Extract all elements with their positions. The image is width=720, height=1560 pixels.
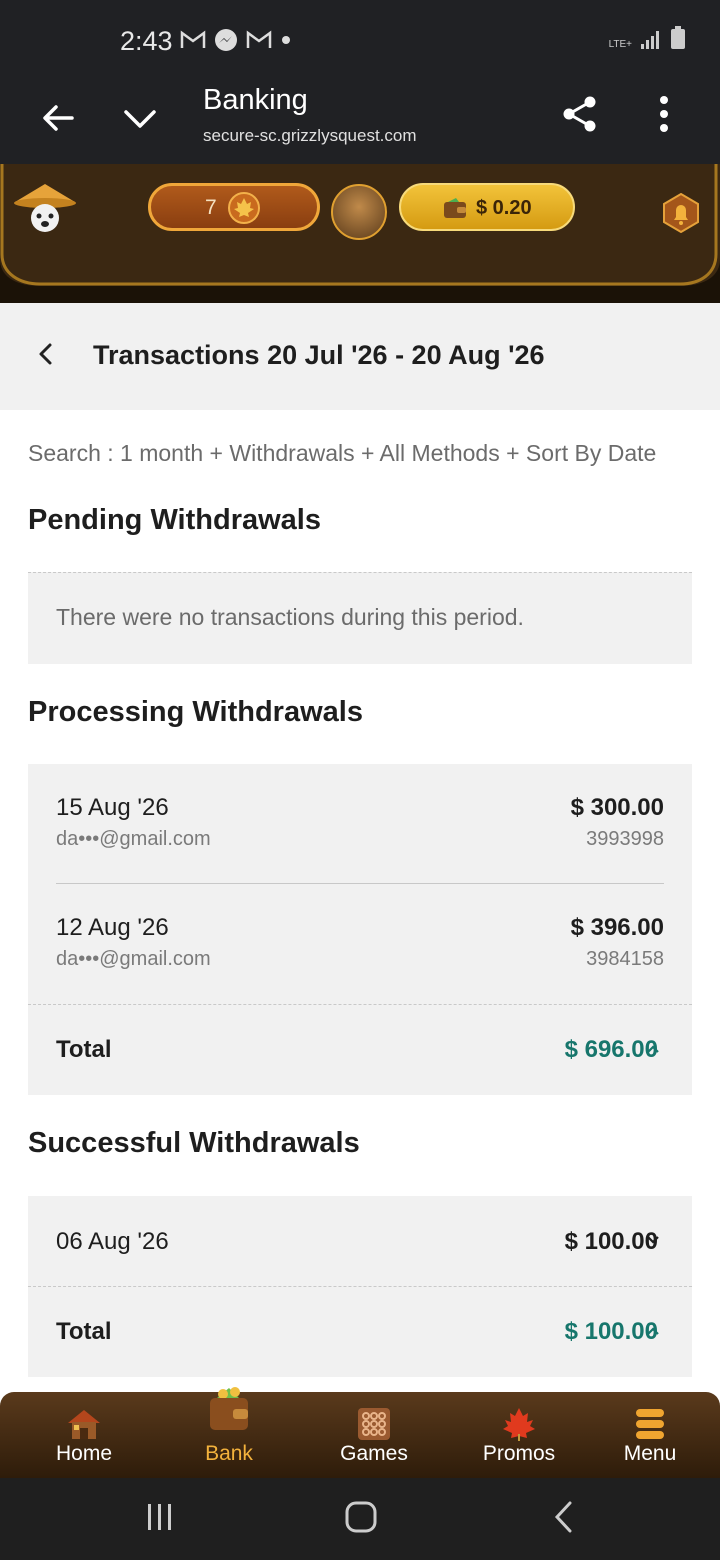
- nav-label: Bank: [205, 1442, 253, 1465]
- chevron-down-icon[interactable]: [120, 98, 160, 138]
- wallet-icon: [210, 1387, 248, 1430]
- home-icon[interactable]: [344, 1500, 378, 1534]
- transaction-date: 12 Aug '26: [56, 914, 169, 941]
- notification-icons: [180, 28, 292, 52]
- processing-withdrawals-heading: Processing Withdrawals: [28, 696, 363, 728]
- status-bar: 2:43 LTE+: [0, 0, 720, 80]
- menu-stack-icon: [636, 1409, 664, 1439]
- battery-icon: [671, 26, 685, 49]
- bell-icon[interactable]: [662, 193, 700, 233]
- successful-withdrawals-card: 06 Aug '26 $ 100.00 Total $ 100.00: [28, 1196, 692, 1377]
- wallet-icon: [444, 198, 466, 218]
- back-arrow-icon[interactable]: [38, 98, 78, 138]
- wallet-balance: $ 0.20: [476, 197, 532, 219]
- transaction-date: 06 Aug '26: [56, 1228, 169, 1255]
- nav-bank[interactable]: Bank: [164, 1387, 294, 1478]
- pending-withdrawals-heading: Pending Withdrawals: [28, 504, 321, 536]
- system-nav-bar: [0, 1478, 720, 1560]
- games-grid-icon: [358, 1408, 390, 1440]
- back-icon[interactable]: [552, 1500, 574, 1534]
- row-divider: [56, 883, 664, 884]
- nav-label: Menu: [623, 1442, 677, 1465]
- messenger-icon: [215, 29, 237, 51]
- level-badge[interactable]: 7: [148, 183, 320, 231]
- transaction-email: da•••@gmail.com: [56, 828, 211, 850]
- nav-label: Games: [340, 1442, 408, 1465]
- cabin-icon: [68, 1410, 100, 1439]
- transaction-amount: $ 300.00: [570, 794, 664, 821]
- nav-games[interactable]: Games: [309, 1392, 439, 1478]
- browser-url[interactable]: secure-sc.grizzlysquest.com: [203, 126, 417, 146]
- recent-apps-icon[interactable]: [146, 1502, 174, 1532]
- browser-toolbar: Banking secure-sc.grizzlysquest.com: [0, 80, 720, 164]
- transaction-reference: 3993998: [586, 828, 664, 850]
- chevron-up-icon[interactable]: [646, 1044, 660, 1054]
- wallet-balance-button[interactable]: $ 0.20: [399, 183, 575, 231]
- gmail-icon: [180, 30, 206, 48]
- transaction-amount: $ 396.00: [570, 914, 664, 941]
- total-divider: [28, 1004, 692, 1005]
- total-divider: [28, 1286, 692, 1287]
- network-type: LTE+: [608, 39, 632, 50]
- processing-withdrawals-card: 15 Aug '26 da•••@gmail.com $ 300.00 3993…: [28, 764, 692, 1095]
- browser-title: Banking: [203, 84, 308, 116]
- dot-icon: [282, 36, 290, 44]
- transaction-row[interactable]: 06 Aug '26 $ 100.00: [56, 1226, 664, 1266]
- page-header: Transactions 20 Jul '26 - 20 Aug '26: [0, 303, 720, 410]
- level-number: 7: [205, 196, 217, 219]
- empty-message: There were no transactions during this p…: [56, 604, 524, 630]
- successful-withdrawals-heading: Successful Withdrawals: [28, 1127, 360, 1159]
- more-vert-icon[interactable]: [652, 94, 676, 134]
- nav-label: Promos: [482, 1442, 556, 1465]
- page-title: Transactions 20 Jul '26 - 20 Aug '26: [93, 340, 545, 370]
- signal-icon: [641, 31, 659, 49]
- chevron-left-icon[interactable]: [32, 339, 60, 369]
- bottom-nav: Home Bank Games Promos Menu: [0, 1387, 720, 1478]
- chevron-down-icon[interactable]: [646, 1235, 660, 1245]
- avatar[interactable]: [331, 184, 387, 240]
- search-summary[interactable]: Search : 1 month + Withdrawals + All Met…: [28, 440, 656, 467]
- nav-promos[interactable]: Promos: [454, 1392, 584, 1478]
- total-value[interactable]: $ 696.00: [565, 1036, 658, 1064]
- nav-home[interactable]: Home: [19, 1392, 149, 1478]
- transaction-row[interactable]: 12 Aug '26 da•••@gmail.com $ 396.00 3984…: [56, 914, 664, 984]
- ranger-bear-logo[interactable]: [12, 178, 78, 238]
- maple-leaf-icon: [503, 1408, 535, 1441]
- transaction-email: da•••@gmail.com: [56, 948, 211, 970]
- pending-withdrawals-card: There were no transactions during this p…: [28, 572, 692, 664]
- total-label: Total: [56, 1036, 112, 1063]
- transaction-amount: $ 100.00: [564, 1228, 658, 1255]
- game-header: 7 $ 0.20: [0, 164, 720, 303]
- gmail-icon: [246, 30, 272, 48]
- total-value[interactable]: $ 100.00: [565, 1318, 658, 1346]
- share-icon[interactable]: [560, 94, 600, 134]
- chevron-up-icon[interactable]: [646, 1326, 660, 1336]
- transaction-row[interactable]: 15 Aug '26 da•••@gmail.com $ 300.00 3993…: [56, 794, 664, 864]
- transaction-date: 15 Aug '26: [56, 794, 169, 821]
- nav-label: Home: [55, 1442, 113, 1465]
- nav-menu[interactable]: Menu: [585, 1392, 715, 1478]
- transaction-reference: 3984158: [586, 948, 664, 970]
- total-label: Total: [56, 1318, 112, 1345]
- status-time: 2:43: [120, 26, 173, 56]
- maple-medal-icon: [228, 192, 260, 224]
